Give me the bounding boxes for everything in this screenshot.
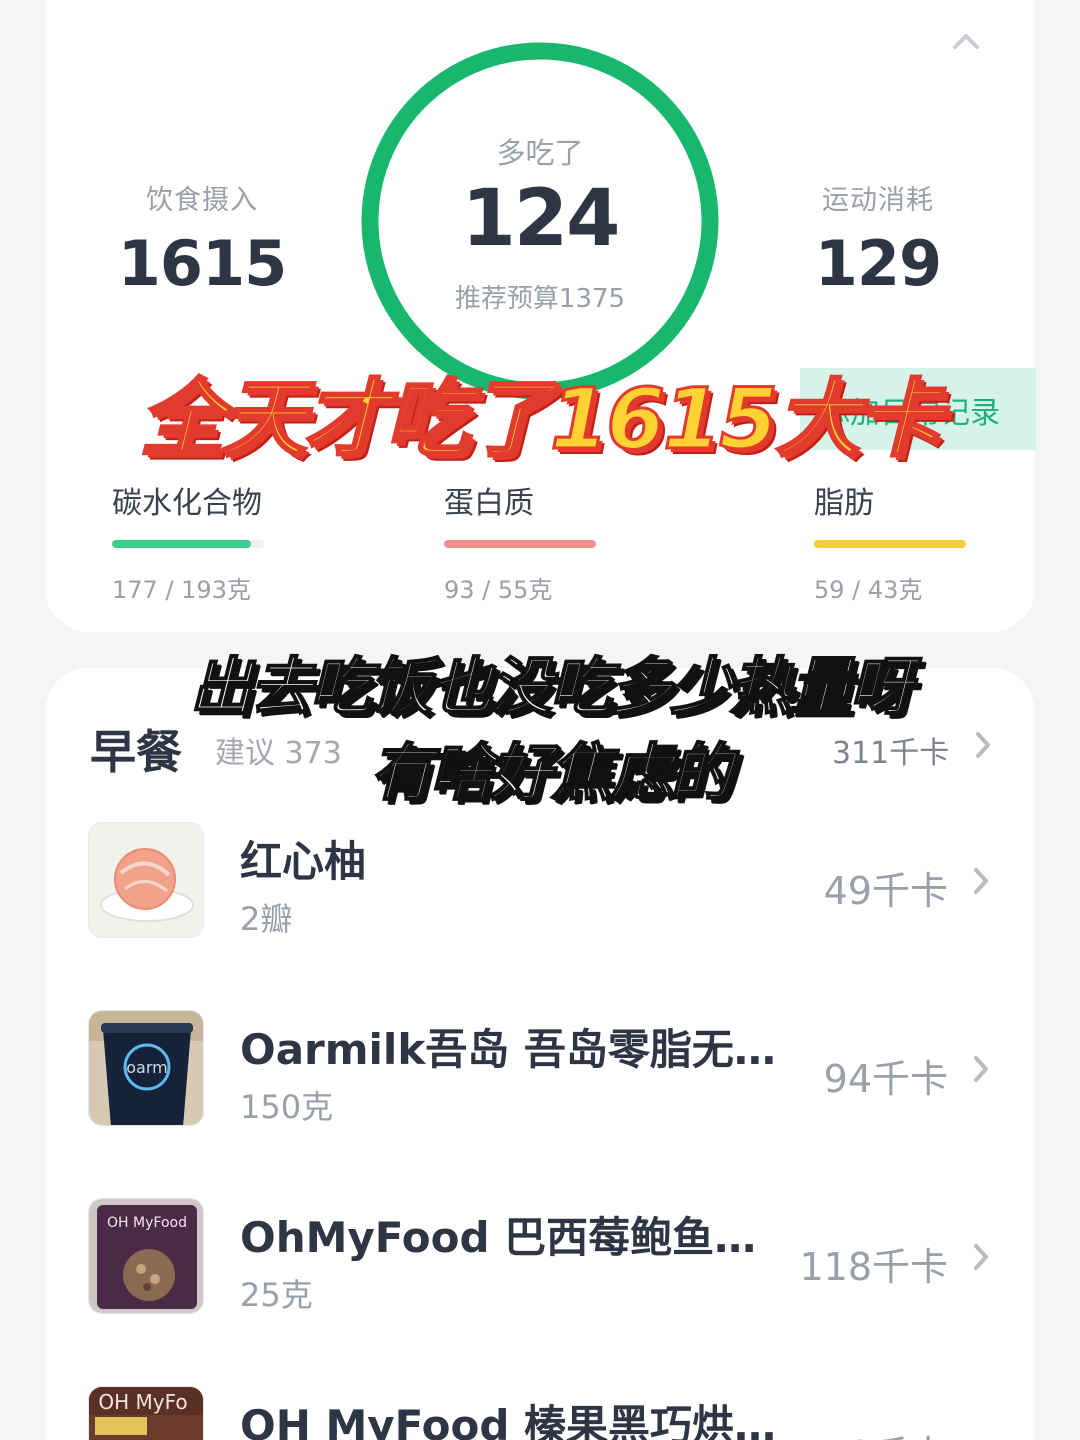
macro-amount: 177 / 193克 (112, 576, 251, 604)
macro-progress-fill (444, 540, 596, 548)
macro-name: 脂肪 (814, 486, 874, 521)
food-amount: 150克 (240, 1088, 334, 1126)
svg-text:OH MyFood: OH MyFood (107, 1215, 187, 1231)
caption-line-2: 有啥好焦虑的 (369, 735, 733, 810)
grapefruit-photo-icon (88, 822, 204, 938)
svg-text:oarm: oarm (126, 1058, 167, 1077)
macro-progress-fill (112, 540, 252, 548)
chevron-right-icon (974, 1056, 988, 1082)
macro-name: 蛋白质 (444, 486, 534, 521)
macro-progress-fill (814, 540, 966, 548)
macro-fat: 脂肪 59 / 43克 (814, 478, 974, 605)
food-name: OH MyFood 榛果黑巧烘… (240, 1401, 777, 1440)
over-eaten-label: 多吃了 (496, 136, 584, 170)
ohmyfood-hazelnut-photo-icon: OH MyFo (88, 1386, 204, 1440)
food-name: 红心柚 (240, 837, 367, 886)
over-eaten-value: 124 (461, 174, 621, 264)
exercise-value: 129 (814, 227, 942, 300)
food-kcal: 118千卡 (799, 1245, 948, 1289)
svg-text:OH MyFo: OH MyFo (98, 1390, 187, 1414)
macro-name: 碳水化合物 (112, 486, 262, 521)
food-item[interactable]: OH MyFo OH MyFood 榛果黑巧烘… 50千卡 (88, 1386, 1008, 1440)
caption-main: 全天才吃了1615大卡 (139, 369, 944, 470)
intake-label: 饮食摄入 (146, 185, 258, 216)
recommended-budget: 推荐预算1375 (454, 284, 626, 314)
food-kcal: 50千卡 (824, 1424, 948, 1440)
food-amount: 2瓣 (240, 900, 293, 938)
ring-center: 多吃了 124 推荐预算1375 (357, 130, 723, 315)
food-item[interactable]: oarm Oarmilk吾岛 吾岛零脂无… 150克 94千卡 (88, 1010, 1008, 1130)
food-item[interactable]: 红心柚 2瓣 49千卡 (88, 822, 1008, 942)
macro-amount: 93 / 55克 (444, 576, 553, 604)
food-name: OhMyFood 巴西莓鲍鱼… (240, 1213, 757, 1262)
food-kcal: 49千卡 (823, 869, 948, 913)
food-item[interactable]: OH MyFood OhMyFood 巴西莓鲍鱼… 25克 118千卡 (88, 1198, 1008, 1318)
macro-progress-bar (814, 540, 966, 548)
exercise-stat[interactable]: 运动消耗 129 (758, 178, 998, 300)
intake-value: 1615 (117, 227, 288, 300)
macro-progress-bar (112, 540, 264, 548)
food-name: Oarmilk吾岛 吾岛零脂无… (240, 1025, 776, 1074)
caption-line-1: 出去吃饭也没吃多少热量呀 (189, 649, 913, 724)
macro-amount: 59 / 43克 (814, 576, 923, 604)
chevron-right-icon (974, 1244, 988, 1270)
ohmyfood-bag-photo-icon: OH MyFood (88, 1198, 204, 1314)
macro-progress-bar (444, 540, 596, 548)
oarmilk-cup-photo-icon: oarm (88, 1010, 204, 1126)
chevron-right-icon (974, 868, 988, 894)
food-amount: 25克 (240, 1276, 313, 1314)
exercise-label: 运动消耗 (822, 185, 934, 216)
food-kcal: 94千卡 (823, 1057, 948, 1101)
collapse-chevron-icon[interactable] (952, 30, 980, 50)
intake-stat[interactable]: 饮食摄入 1615 (82, 178, 322, 300)
macro-carbs: 碳水化合物 177 / 193克 (112, 478, 272, 605)
macro-protein: 蛋白质 93 / 55克 (444, 478, 604, 605)
